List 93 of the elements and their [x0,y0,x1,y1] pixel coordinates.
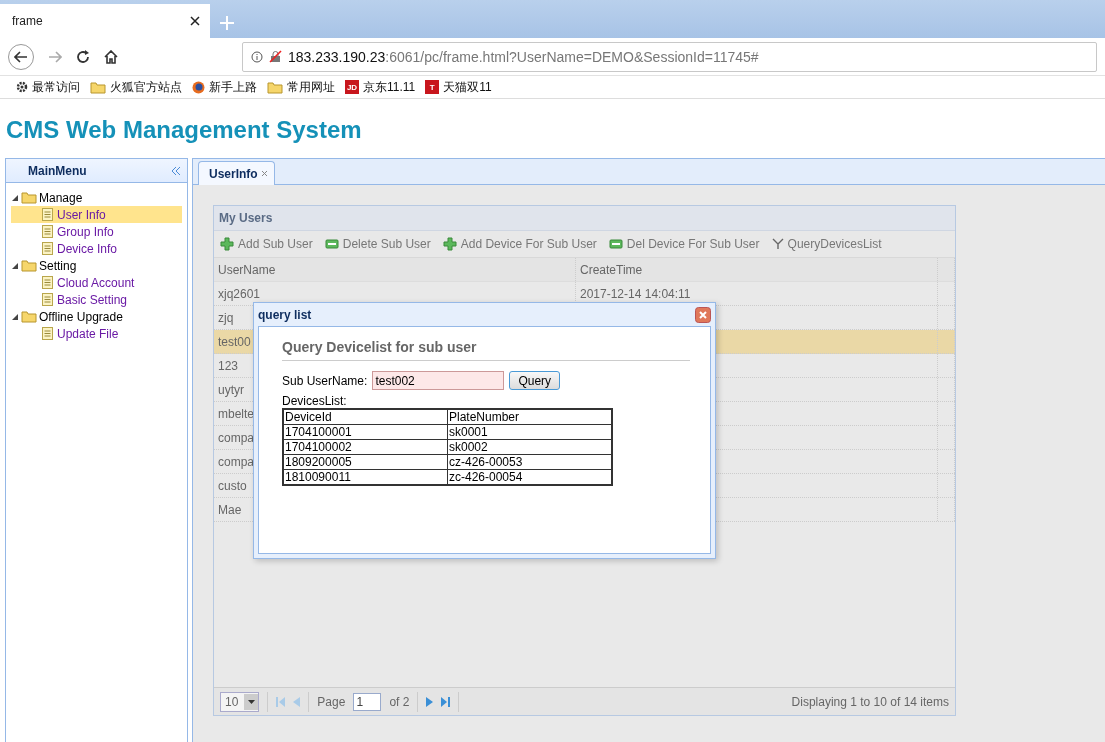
toolbar-button[interactable]: Add Device For Sub User [460,237,597,251]
page-label: Page [317,694,346,709]
pager-summary: Displaying 1 to 10 of 14 items [791,694,949,709]
table-cell: 1704100002 [283,439,448,455]
column-header[interactable]: UserName [214,258,576,281]
bookmark-link[interactable]: 京东11.11 [363,78,416,96]
menu-item[interactable]: Device Info [11,240,182,257]
table-cell: cz-426-00053 [447,454,612,470]
menu-item[interactable]: Cloud Account [11,274,182,291]
document-icon [42,327,53,340]
address-bar[interactable]: 183.233.190.23:6061/pc/frame.html?UserName=DEMO&SessionId=11745# [242,41,1097,72]
dialog-heading: Query Devicelist for sub user [282,339,690,361]
collapse-icon[interactable] [171,165,181,176]
table-cell: test00 [218,334,251,349]
folder-icon [21,310,37,323]
page-count: of 2 [389,694,410,709]
minus-icon [324,239,339,249]
table-cell: compa [218,454,255,469]
bookmark-link[interactable]: 最常访问 [32,78,80,96]
menu-item[interactable]: Basic Setting [11,291,182,308]
table-cell: 1704100001 [283,424,448,440]
folder-icon [90,80,106,94]
page-size-select[interactable]: 10 [220,691,260,712]
toolbar-button[interactable]: Delete Sub User [342,237,431,251]
tree-node[interactable]: Manage [11,189,182,206]
document-icon [42,293,53,306]
document-icon [42,225,53,238]
table-cell: 123 [218,358,239,373]
folder-icon [267,80,283,94]
column-header: PlateNumber [447,409,612,425]
table-cell: sk0002 [447,439,612,455]
logo-badge: T [425,80,440,94]
filter-icon [771,238,784,250]
query-button[interactable]: Query [509,371,561,390]
expander-icon[interactable] [11,193,19,202]
folder-icon [21,259,37,272]
gear-icon [16,81,28,93]
table-cell: custo [218,478,247,493]
toolbar-button[interactable]: QueryDevicesList [787,237,882,251]
menu-item[interactable]: Update File [11,325,182,342]
expander-icon[interactable] [11,261,19,270]
panel-title: My Users [219,211,273,225]
expander-icon[interactable] [11,312,19,321]
plus-icon [442,237,457,251]
menu-item[interactable]: User Info [11,206,182,223]
plus-icon [220,237,234,251]
document-icon [42,208,53,221]
back-arrow-icon [14,50,28,63]
table-cell: compa [218,430,255,445]
url-text: 183.233.190.23:6061/pc/frame.html?UserName=DEMO&SessionId=11745# [288,48,759,65]
next-page-icon[interactable] [426,696,434,707]
browser-tab[interactable]: frame [0,4,210,38]
page-title: CMS Web Management System [5,115,363,145]
tree-node[interactable]: Setting [11,257,182,274]
folder-icon [21,191,37,204]
home-icon[interactable] [104,49,118,64]
username-field[interactable]: test002 [372,371,505,390]
toolbar-button[interactable]: Add Sub User [238,237,313,251]
table-cell: uytyr [218,382,244,397]
column-header[interactable]: CreateTime [576,258,938,281]
close-icon[interactable] [190,16,200,26]
content-tab[interactable]: UserInfo [198,161,275,185]
bookmark-link[interactable]: 火狐官方站点 [110,78,182,96]
table-cell: 2017-12-14 14:04:11 [580,286,691,301]
info-icon [251,50,263,63]
logo-badge: JD [345,80,359,94]
table-cell: Mae [218,502,242,517]
table-cell: xjq2601 [218,286,261,301]
toolbar-button[interactable]: Del Device For Sub User [626,237,760,251]
document-icon [42,242,53,255]
field-label: Sub UserName: [282,373,368,388]
table-cell: 1809200005 [283,454,448,470]
insecure-lock-icon [269,50,282,63]
table-cell: 1810090011 [283,469,448,485]
globe-icon [192,80,205,94]
bookmark-link[interactable]: 天猫双11 [443,78,492,96]
caret-icon [247,699,255,704]
sidebar-title: MainMenu [28,163,87,178]
minus-icon [608,239,623,249]
menu-item[interactable]: Group Info [11,223,182,240]
table-cell: mbelte [218,406,255,421]
document-icon [42,276,53,289]
last-page-icon[interactable] [441,696,451,707]
reload-icon[interactable] [76,49,90,64]
list-label: DevicesList: [282,394,348,408]
bookmark-link[interactable]: 新手上路 [209,78,257,96]
bookmark-link[interactable]: 常用网址 [287,78,335,96]
table-cell: zjq [218,310,234,325]
table-cell: sk0001 [447,424,612,440]
dialog-title: query list [258,307,312,322]
column-header: DeviceId [283,409,448,425]
tree-node[interactable]: Offline Upgrade [11,308,182,325]
page-field[interactable]: 1 [353,692,382,711]
